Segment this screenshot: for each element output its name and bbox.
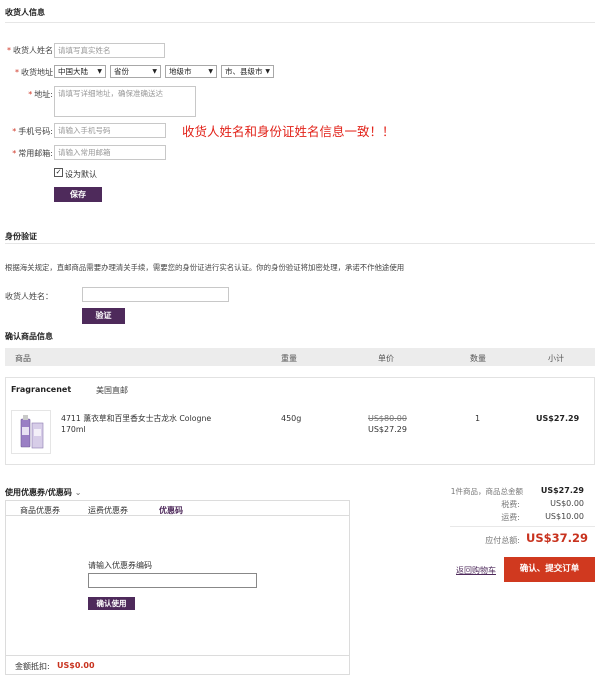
goods-total-value: US$27.29 <box>540 486 584 495</box>
product-original-price: US$80.00 <box>368 414 407 423</box>
header-weight: 重量 <box>281 354 297 363</box>
product-price: US$27.29 <box>368 425 407 434</box>
district-select[interactable]: 市、县级市 ▼ <box>221 65 274 78</box>
shipping-method: 美国直邮 <box>96 386 128 395</box>
city-select[interactable]: 地级市 ▼ <box>165 65 217 78</box>
email-input[interactable]: 请输入常用邮箱 <box>54 145 166 160</box>
product-subtotal: US$27.29 <box>536 414 580 423</box>
default-checkbox[interactable]: ✓ <box>54 168 63 177</box>
product-name[interactable]: 4711 薰衣草和百里香女士古龙水 Cologne 170ml <box>61 413 221 435</box>
tab-coupon-code[interactable]: 优惠码 <box>159 505 183 516</box>
receiver-section-title: 收货人信息 <box>5 8 45 17</box>
coupon-code-label: 请输入优惠券编码 <box>88 561 152 570</box>
product-quantity: 1 <box>475 414 481 423</box>
perfume-bottle-icon <box>20 415 44 449</box>
total-value: US$37.29 <box>526 531 588 545</box>
shipping-label: 运费: <box>501 513 520 522</box>
header-subtotal: 小计 <box>548 354 564 363</box>
country-select[interactable]: 中国大陆 ▼ <box>54 65 106 78</box>
goods-total-label: 1件商品，商品总金额 <box>450 487 523 496</box>
identity-name-label: 收货人姓名： <box>5 292 53 301</box>
apply-coupon-button[interactable]: 确认使用 <box>88 597 135 610</box>
header-quantity: 数量 <box>470 354 486 363</box>
chevron-down-icon: ▼ <box>152 68 157 75</box>
coupon-toggle[interactable]: 使用优惠券/优惠码 ⌄ <box>5 487 81 498</box>
phone-input[interactable]: 请输入手机号码 <box>54 123 166 138</box>
tax-label: 税费: <box>501 500 520 509</box>
discount-label: 金额抵扣: <box>15 662 50 671</box>
email-label: * 常用邮箱: <box>12 149 53 158</box>
name-notice: 收货人姓名和身份证姓名信息一致！！ <box>182 124 395 139</box>
identity-description: 根据海关规定，直邮商品需要办理清关手续，需要您的身份证进行实名认证。你的身份验证… <box>5 263 405 272</box>
chevron-down-icon: ▼ <box>265 68 270 75</box>
province-select[interactable]: 省份 ▼ <box>110 65 161 78</box>
address-label: * 地址: <box>28 90 53 99</box>
discount-value: US$0.00 <box>57 661 95 670</box>
total-label: 应付总额: <box>485 536 520 545</box>
divider <box>5 655 350 656</box>
receiver-name-input[interactable]: 请填写真实姓名 <box>54 43 165 58</box>
submit-order-button[interactable]: 确认、提交订单 <box>504 557 595 582</box>
goods-section-title: 确认商品信息 <box>5 332 53 341</box>
address-area-label: * 收货地址 <box>15 68 53 77</box>
identity-name-input[interactable] <box>82 287 229 302</box>
tab-shipping-coupon[interactable]: 运费优惠券 <box>88 505 128 516</box>
back-to-cart-link[interactable]: 返回购物车 <box>456 565 496 576</box>
default-label: 设为默认 <box>65 170 97 179</box>
chevron-down-icon: ▼ <box>208 68 213 75</box>
tax-value: US$0.00 <box>550 499 584 508</box>
header-product: 商品 <box>15 354 31 363</box>
seller-name: Fragrancenet <box>11 385 72 394</box>
verify-button[interactable]: 验证 <box>82 308 125 324</box>
divider <box>5 22 595 23</box>
tab-product-coupon[interactable]: 商品优惠券 <box>20 505 60 516</box>
chevron-down-icon: ▼ <box>97 68 102 75</box>
product-weight: 450g <box>281 414 302 423</box>
shipping-value: US$10.00 <box>545 512 584 521</box>
phone-label: * 手机号码: <box>12 127 53 136</box>
header-unit-price: 单价 <box>378 354 394 363</box>
goods-table-header <box>5 348 595 366</box>
identity-section-title: 身份验证 <box>5 232 37 241</box>
divider <box>450 526 595 527</box>
save-button[interactable]: 保存 <box>54 187 102 202</box>
receiver-name-label: * 收货人姓名 <box>7 46 53 55</box>
address-textarea[interactable]: 请填写详细地址，确保准确送达 <box>54 86 196 117</box>
divider <box>5 243 595 244</box>
chevron-down-icon: ⌄ <box>74 488 82 497</box>
product-image[interactable] <box>11 410 51 454</box>
coupon-code-input[interactable] <box>88 573 257 588</box>
